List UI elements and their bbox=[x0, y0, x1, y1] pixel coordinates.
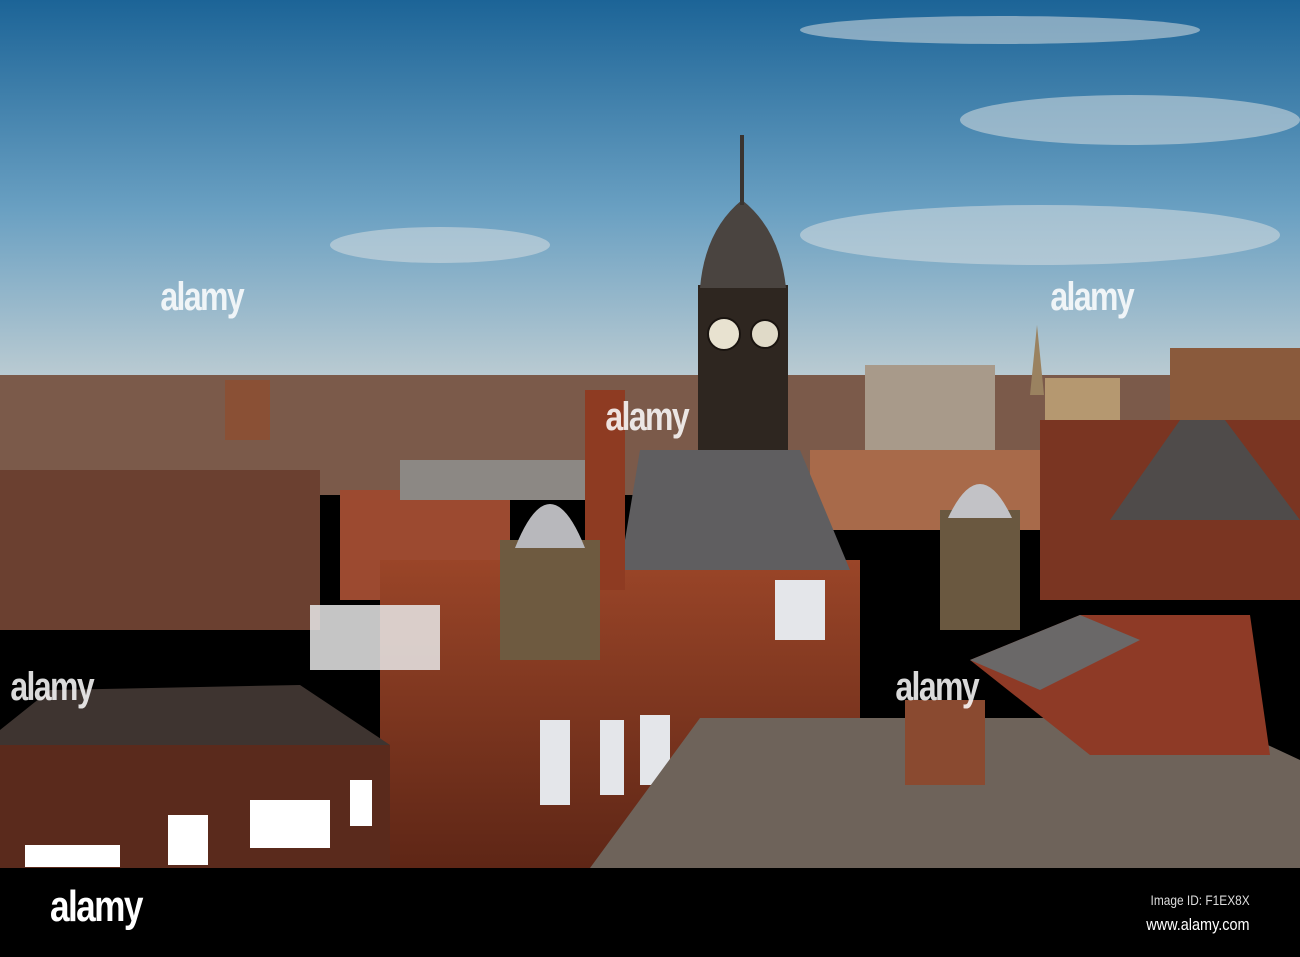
clock-face bbox=[750, 319, 780, 349]
watermark: alamy bbox=[10, 665, 94, 709]
watermark: alamy bbox=[1050, 275, 1134, 319]
watermark: alamy bbox=[895, 665, 979, 709]
watermark: alamy bbox=[605, 395, 689, 439]
watermark: alamy bbox=[160, 275, 244, 319]
image-id: Image ID: F1EX8X bbox=[1150, 892, 1250, 908]
clock-face bbox=[707, 317, 741, 351]
footer-bar: alamy Image ID: F1EX8X www.alamy.com bbox=[0, 868, 1300, 957]
website-link[interactable]: www.alamy.com bbox=[1147, 915, 1250, 935]
alamy-logo[interactable]: alamy bbox=[50, 882, 143, 932]
